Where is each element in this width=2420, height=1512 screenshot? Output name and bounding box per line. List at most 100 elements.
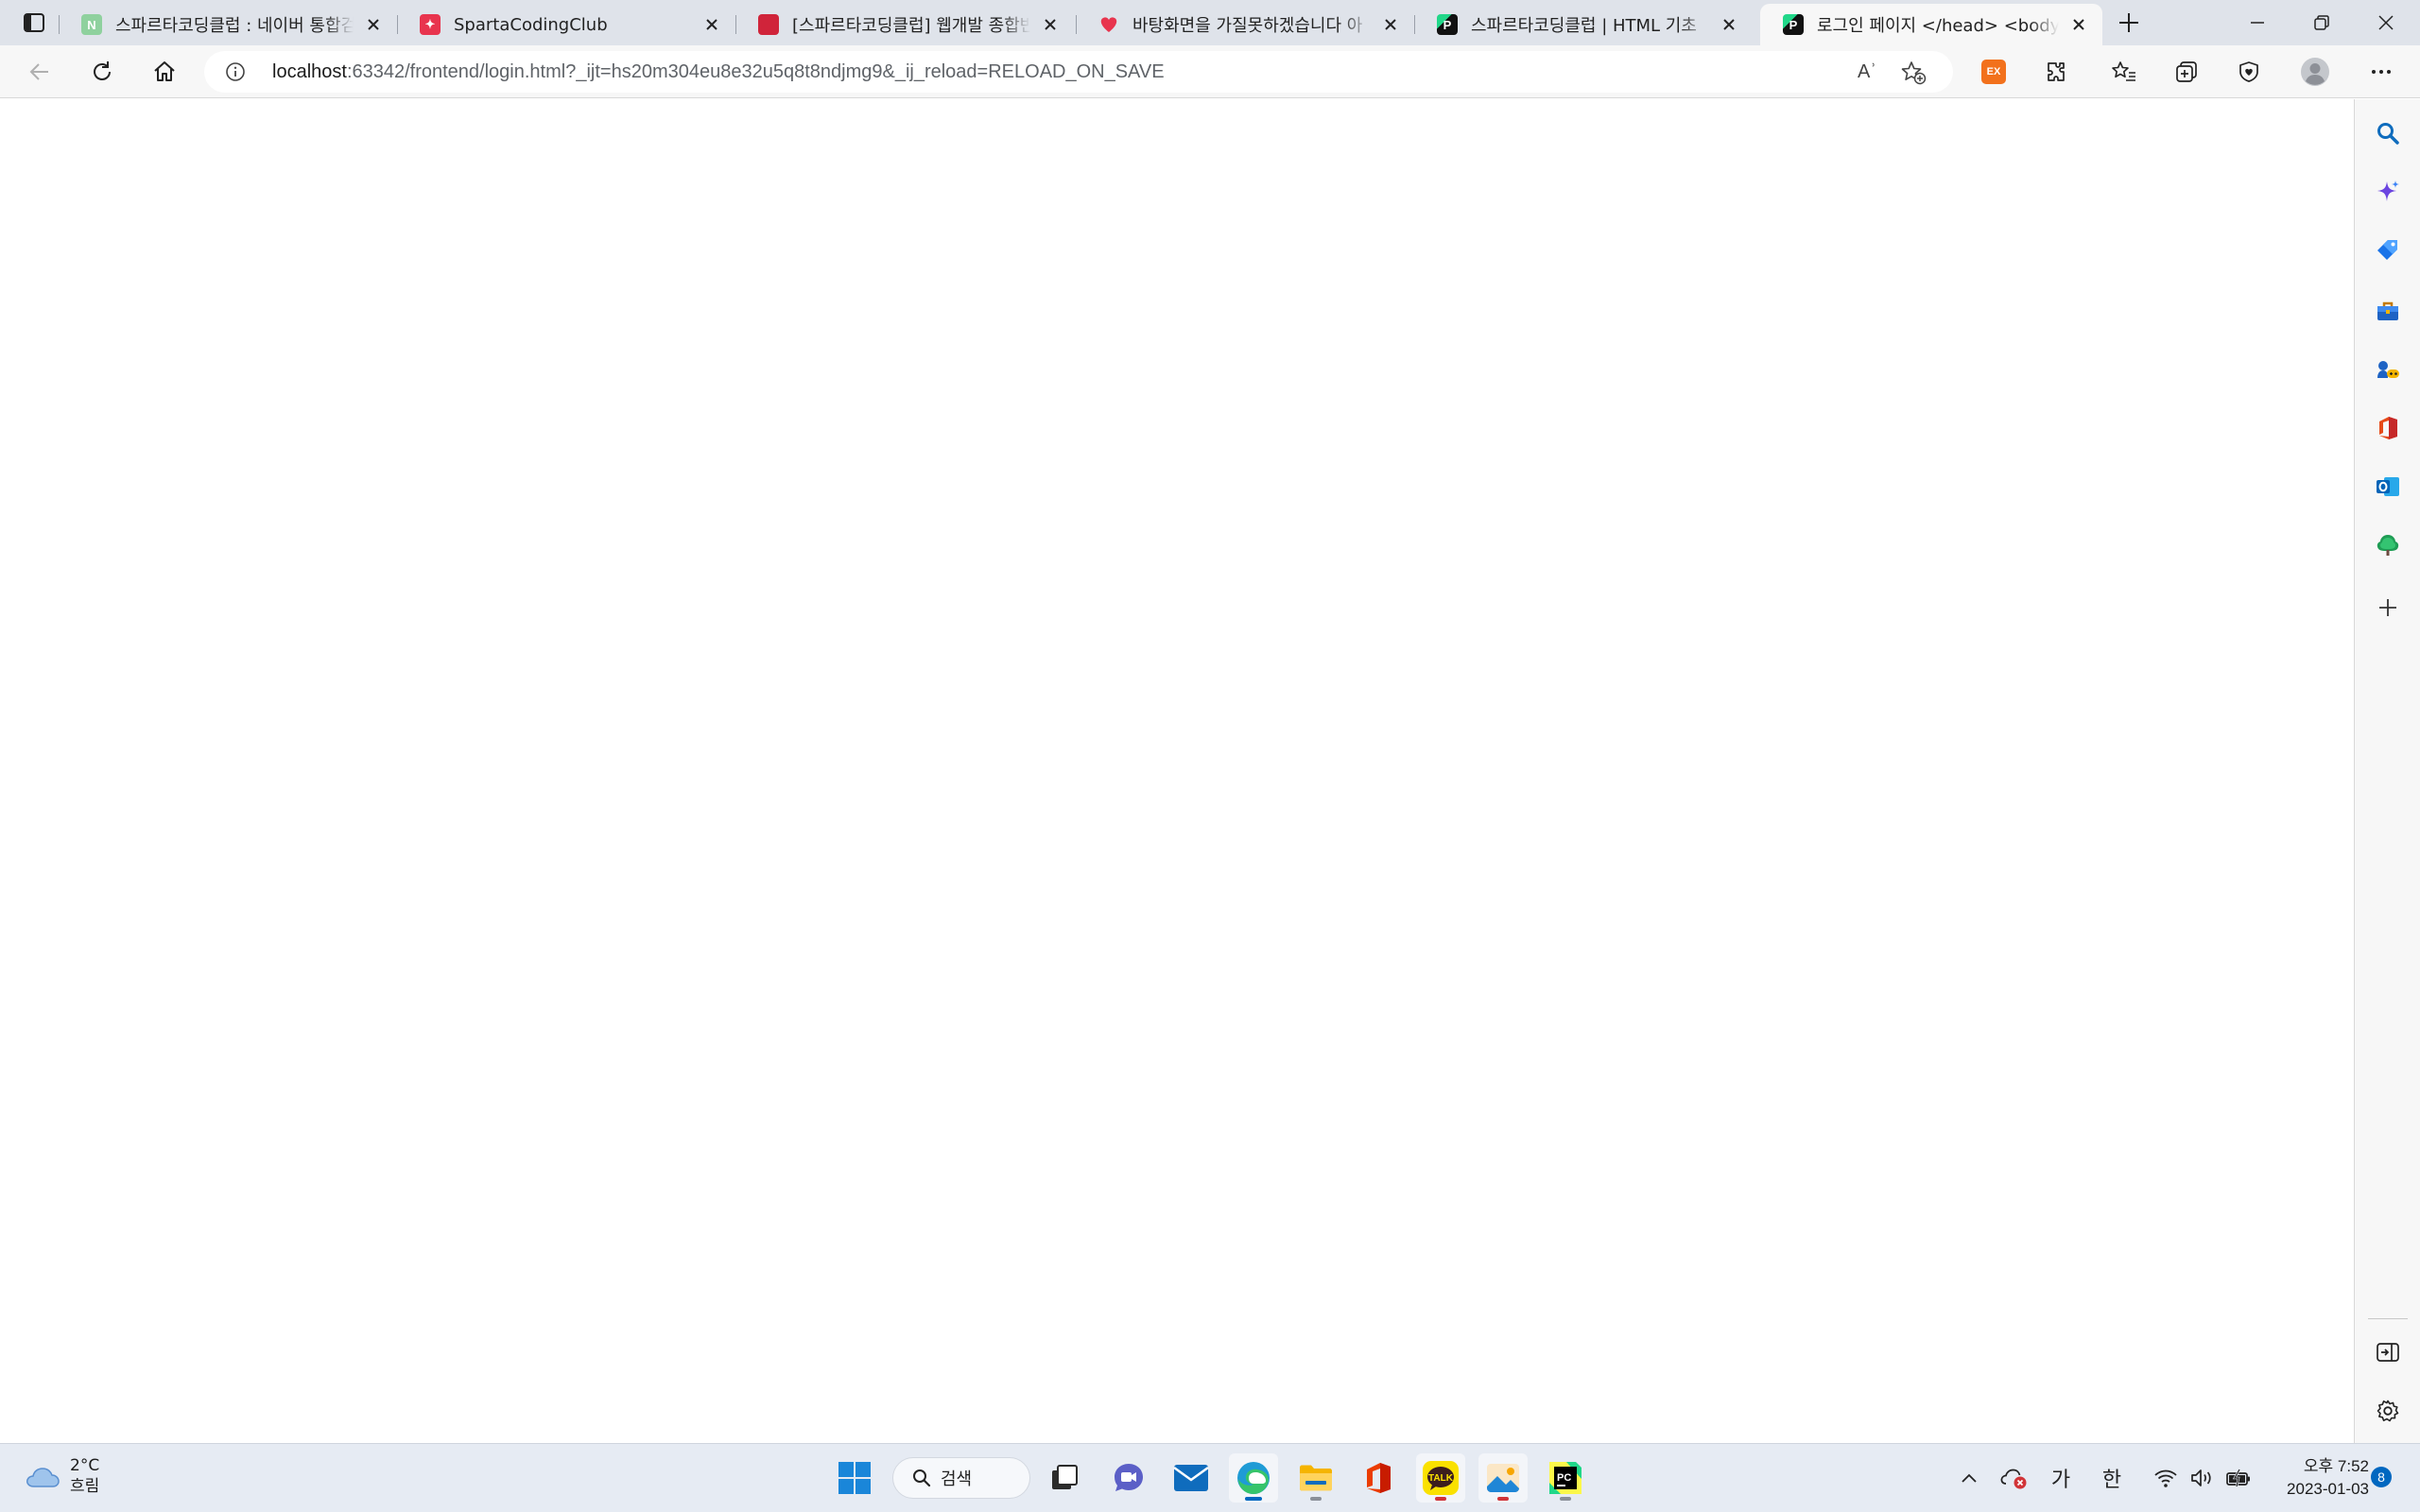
kakaotalk-label: TALK	[1428, 1473, 1454, 1484]
sidebar-outlook-button[interactable]	[2375, 473, 2401, 500]
edge-taskbar-button[interactable]	[1229, 1453, 1278, 1503]
sidebar-office-button[interactable]	[2375, 415, 2401, 441]
file-explorer-button[interactable]	[1291, 1453, 1340, 1503]
sidebar-tools-button[interactable]	[2375, 298, 2401, 324]
sidebar-games-button[interactable]	[2375, 356, 2401, 383]
mail-button[interactable]	[1167, 1453, 1216, 1503]
sparta-icon: ✦	[420, 14, 441, 35]
new-tab-button[interactable]	[2110, 6, 2148, 40]
weather-description: 흐림	[70, 1477, 100, 1496]
sidebar-hide-button[interactable]	[2375, 1339, 2401, 1366]
tray-overflow-button[interactable]	[1955, 1457, 1983, 1499]
teams-chat-icon	[1115, 1464, 1143, 1491]
read-aloud-icon[interactable]: Aʾ	[1853, 59, 1881, 85]
ime-mode-indicator[interactable]: 가	[2042, 1457, 2080, 1499]
notebook-icon	[758, 14, 779, 35]
notification-count: 8	[2377, 1469, 2385, 1485]
running-indicator	[1435, 1497, 1446, 1501]
extension-badge-icon[interactable]: EX	[1978, 56, 2010, 88]
restore-button[interactable]	[2290, 0, 2354, 45]
tab-actions-icon	[24, 13, 44, 32]
home-button[interactable]	[146, 53, 183, 91]
tab-close-icon[interactable]	[363, 14, 384, 35]
close-window-button[interactable]	[2354, 0, 2418, 45]
refresh-button[interactable]	[83, 53, 121, 91]
heart-shield-icon	[2239, 61, 2258, 82]
tab-html-basics[interactable]: P 스파르타코딩클럽 | HTML 기초	[1414, 4, 1753, 45]
ime-language-indicator[interactable]: 한	[2093, 1457, 2131, 1499]
running-indicator	[1310, 1497, 1322, 1501]
back-button[interactable]	[21, 53, 59, 91]
extensions-button[interactable]	[2040, 56, 2072, 88]
browser-essentials-button[interactable]	[2233, 56, 2265, 88]
settings-more-button[interactable]	[2365, 56, 2397, 88]
pycharm-icon: PC	[1549, 1462, 1582, 1494]
favorites-button[interactable]	[2108, 56, 2140, 88]
sidebar-settings-button[interactable]	[2375, 1398, 2401, 1424]
tab-close-icon[interactable]	[1040, 14, 1061, 35]
pycharm-icon: P	[1783, 14, 1804, 35]
start-button[interactable]	[830, 1453, 879, 1503]
running-indicator	[1497, 1497, 1509, 1501]
tab-close-icon[interactable]	[1719, 14, 1739, 35]
onedrive-status-button[interactable]	[1996, 1457, 2031, 1499]
sidebar-tree-button[interactable]	[2375, 532, 2401, 558]
more-dots-icon	[2372, 70, 2391, 74]
tab-close-icon[interactable]	[2068, 14, 2089, 35]
puzzle-icon	[2048, 62, 2065, 81]
toolbox-icon	[2377, 301, 2398, 320]
file-explorer-icon	[1300, 1465, 1332, 1491]
volume-status[interactable]	[2186, 1457, 2218, 1499]
sidebar-discover-button[interactable]	[2375, 179, 2401, 205]
tab-close-icon[interactable]	[701, 14, 722, 35]
hide-sidebar-icon	[2377, 1343, 2399, 1362]
read-aloud-label: Aʾ	[1858, 60, 1876, 82]
tab-naver-search[interactable]: N 스파르타코딩클럽 : 네이버 통합검색	[59, 4, 397, 45]
tab-actions-button[interactable]	[15, 9, 53, 37]
tab-spartacodingclub[interactable]: ✦ SpartaCodingClub	[397, 4, 735, 45]
url-text[interactable]: localhost:63342/frontend/login.html?_ijt…	[272, 61, 1165, 83]
tab-desktop-question[interactable]: 바탕화면을 가질못하겠습니다 아	[1076, 4, 1414, 45]
profile-button[interactable]	[2299, 56, 2331, 88]
weather-temperature: 2°C	[70, 1456, 100, 1475]
battery-status[interactable]	[2221, 1457, 2256, 1499]
page-content	[0, 99, 2354, 1443]
chevron-up-icon	[1962, 1473, 1977, 1483]
close-icon	[2378, 15, 2394, 30]
info-icon[interactable]	[225, 61, 246, 82]
teams-chat-button[interactable]	[1104, 1453, 1153, 1503]
address-bar[interactable]: localhost:63342/frontend/login.html?_ijt…	[204, 51, 1953, 93]
photos-button[interactable]	[1478, 1453, 1528, 1503]
tab-close-icon[interactable]	[1380, 14, 1401, 35]
windows-taskbar: 2°C 흐림 검색 TALK PC 가 한 오후 7:52 2023-01-03…	[0, 1443, 2420, 1512]
plus-icon	[2119, 13, 2138, 32]
clock[interactable]: 오후 7:52 2023-01-03	[2267, 1455, 2369, 1501]
office-taskbar-button[interactable]	[1354, 1453, 1403, 1503]
kakaotalk-button[interactable]: TALK	[1416, 1453, 1465, 1503]
task-view-button[interactable]	[1040, 1453, 1089, 1503]
collections-button[interactable]	[2170, 56, 2203, 88]
refresh-icon	[94, 61, 111, 80]
avatar-icon	[2301, 58, 2329, 86]
minimize-button[interactable]	[2225, 0, 2290, 45]
ime-language-label: 한	[2101, 1469, 2122, 1492]
notification-badge[interactable]: 8	[2371, 1467, 2392, 1487]
wifi-status[interactable]	[2150, 1457, 2182, 1499]
gear-icon	[2377, 1400, 2399, 1422]
tab-webdev-course[interactable]: [스파르타코딩클럽] 웹개발 종합반	[735, 4, 1074, 45]
sidebar-shopping-button[interactable]	[2375, 237, 2401, 264]
tab-title: SpartaCodingClub	[454, 14, 608, 35]
sidebar-add-button[interactable]	[2375, 594, 2401, 621]
sidebar-search-button[interactable]	[2375, 120, 2401, 146]
add-favorite-icon[interactable]	[1900, 60, 1927, 86]
sidebar-divider	[2368, 1318, 2408, 1319]
sparkle-icon	[2377, 180, 2399, 201]
weather-widget[interactable]: 2°C 흐림	[25, 1455, 99, 1497]
browser-toolbar: localhost:63342/frontend/login.html?_ijt…	[0, 45, 2420, 98]
tab-strip: N 스파르타코딩클럽 : 네이버 통합검색 ✦ SpartaCodingClub…	[0, 0, 2420, 45]
tab-login-page-active[interactable]: P 로그인 페이지 </head> <body>	[1760, 4, 2102, 45]
task-view-icon	[1052, 1465, 1078, 1489]
taskbar-search[interactable]: 검색	[892, 1457, 1030, 1499]
pycharm-taskbar-button[interactable]: PC	[1541, 1453, 1590, 1503]
tab-title: [스파르타코딩클럽] 웹개발 종합반	[792, 16, 1030, 36]
